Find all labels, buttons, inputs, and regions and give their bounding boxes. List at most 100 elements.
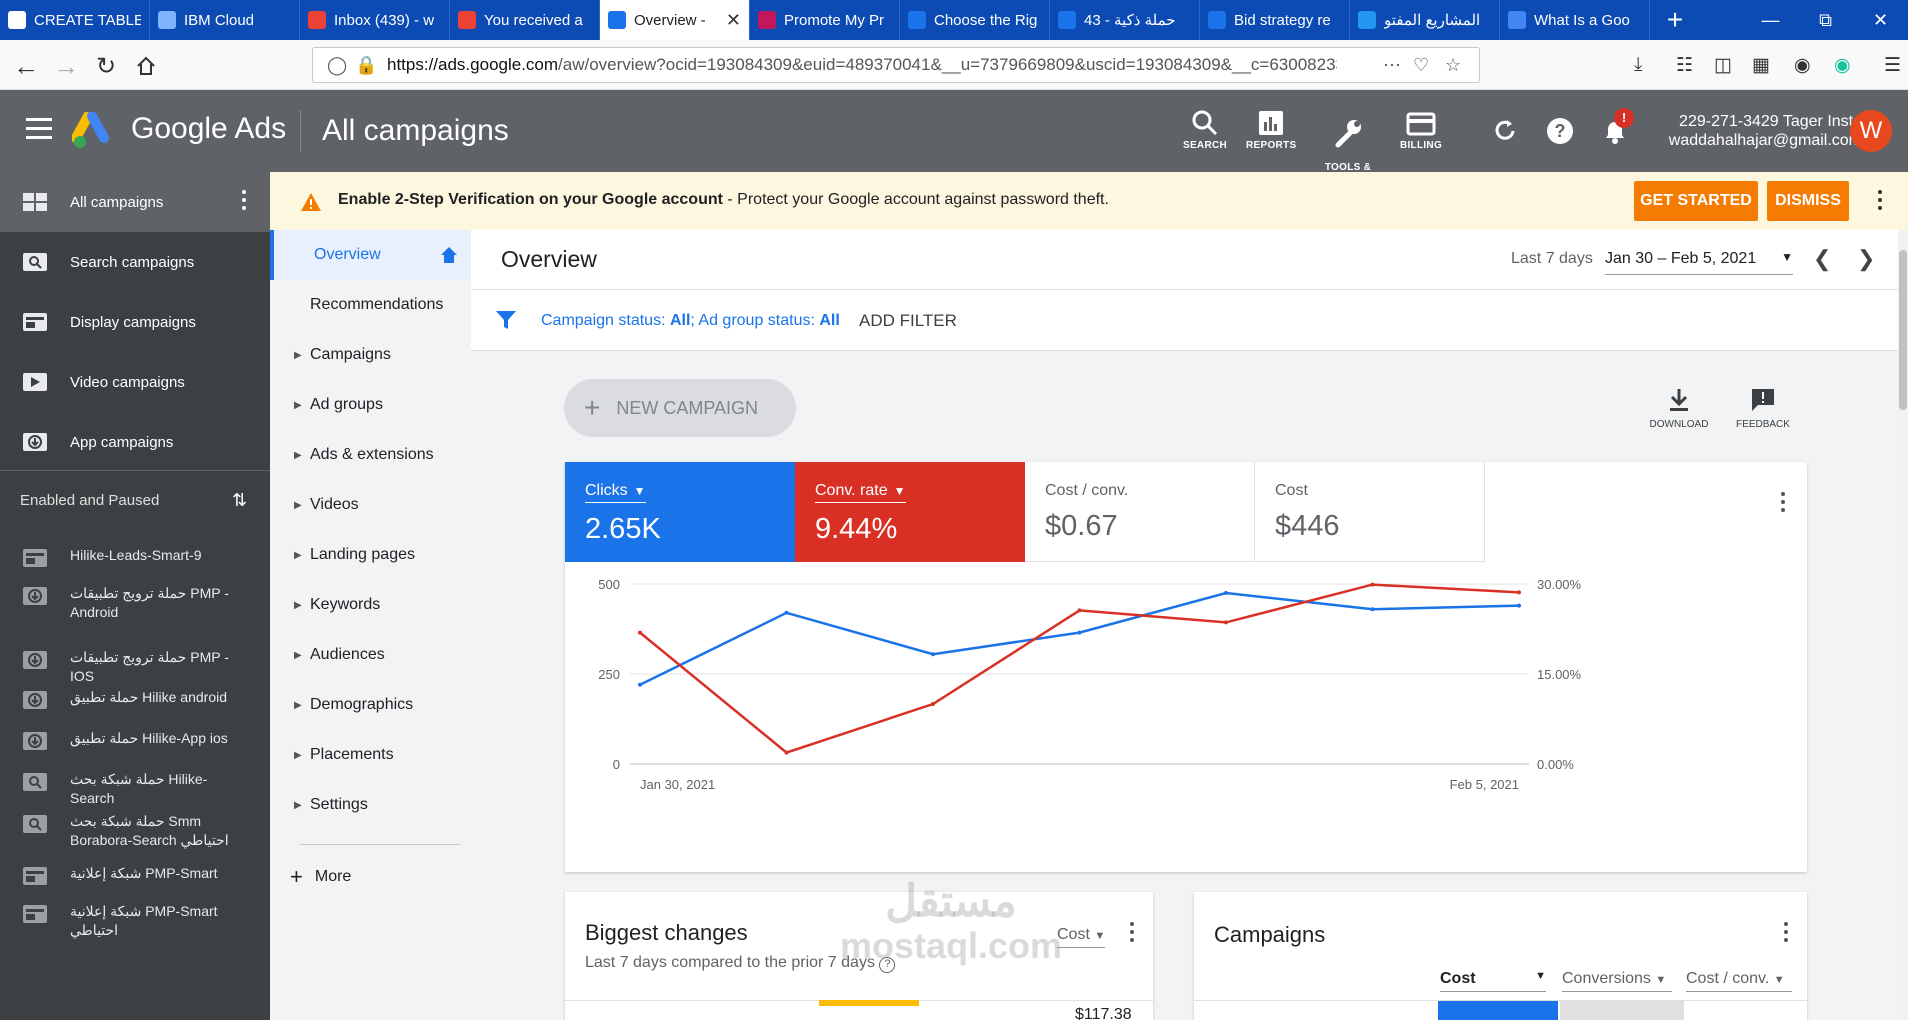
sort-icon[interactable]: ⇅ — [232, 490, 247, 511]
data-point[interactable] — [1370, 607, 1375, 612]
page-menu-overview[interactable]: Overview — [270, 230, 471, 280]
filter-icon[interactable] — [495, 310, 517, 330]
dismiss-button[interactable]: DISMISS — [1767, 181, 1849, 221]
page-menu-recommendations[interactable]: Recommendations — [270, 280, 471, 330]
data-point[interactable] — [1517, 603, 1521, 608]
new-campaign-button[interactable]: + NEW CAMPAIGN — [564, 379, 796, 437]
get-started-button[interactable]: GET STARTED — [1634, 181, 1758, 221]
browser-tab[interactable]: What Is a Goo — [1500, 0, 1650, 40]
sidebar-item-all-campaigns[interactable]: All campaigns — [0, 172, 270, 232]
data-point[interactable] — [1224, 591, 1228, 595]
campaign-list-item[interactable]: حملة ترويج تطبيقات PMP - IOS — [0, 648, 270, 688]
address-bar[interactable]: ◯ 🔒 https://ads.google.com/aw/overview?o… — [312, 47, 1480, 83]
browser-tab[interactable]: Inbox (439) - w — [300, 0, 450, 40]
data-point[interactable] — [638, 630, 642, 635]
restore-icon[interactable]: ⧉ — [1798, 0, 1853, 40]
campaign-list-item[interactable]: شبكة إعلانية PMP-Smart — [0, 864, 270, 904]
page-menu-settings[interactable]: ▶ Settings — [270, 780, 471, 830]
data-point[interactable] — [1077, 630, 1082, 635]
browser-tab[interactable]: Promote My Pr — [750, 0, 900, 40]
reports-tool-button[interactable]: REPORTS — [1246, 104, 1296, 151]
browser-menu-icon[interactable]: ☰ — [1884, 54, 1901, 77]
browser-tab[interactable]: المشاريع المفتو — [1350, 0, 1500, 40]
biggest-changes-more-icon[interactable] — [1130, 922, 1134, 946]
metric-conv-rate[interactable]: Conv. rate ▼ 9.44% — [795, 462, 1025, 562]
back-icon[interactable]: ← — [8, 48, 44, 84]
sidebar-item-video-campaigns[interactable]: Video campaigns — [0, 352, 270, 412]
browser-tab[interactable]: CREATE TABLE — [0, 0, 150, 40]
feedback-button[interactable]: FEEDBACK — [1733, 387, 1793, 430]
metric-cost[interactable]: Cost $446 — [1255, 462, 1485, 562]
sidebar-item-display-campaigns[interactable]: Display campaigns — [0, 292, 270, 352]
browser-tab[interactable]: Overview - ✕ — [600, 0, 750, 40]
data-point[interactable] — [1517, 590, 1521, 595]
page-menu-ad-groups[interactable]: ▶ Ad groups — [270, 380, 471, 430]
downloads-icon[interactable]: ⤓ — [1634, 54, 1642, 76]
page-actions-icon[interactable]: ⋯ — [1383, 55, 1401, 76]
sidebar-item-app-campaigns[interactable]: App campaigns — [0, 412, 270, 472]
new-tab-icon[interactable]: + — [1650, 0, 1700, 40]
search-tool-button[interactable]: SEARCH — [1180, 104, 1230, 151]
browser-tab[interactable]: Bid strategy re — [1200, 0, 1350, 40]
metric-cost-per-conv[interactable]: Cost / conv. $0.67 — [1025, 462, 1255, 562]
data-point[interactable] — [1077, 608, 1082, 613]
page-menu-videos[interactable]: ▶ Videos — [270, 480, 471, 530]
close-window-icon[interactable]: ✕ — [1853, 0, 1908, 40]
data-point[interactable] — [1370, 582, 1375, 587]
browser-tab[interactable]: حملة ذكية - 43 — [1050, 0, 1200, 40]
campaign-list-item[interactable]: Hilike-Leads-Smart-9 — [0, 546, 270, 586]
home-icon[interactable] — [128, 48, 164, 84]
campaigns-col-cost-per-conv[interactable]: Cost / conv. ▼ — [1686, 970, 1792, 992]
campaign-list-item[interactable]: شبكة إعلانية PMP-Smart احتياطي — [0, 902, 270, 942]
date-range-picker[interactable]: Jan 30 – Feb 5, 2021 ▼ — [1605, 250, 1793, 275]
page-menu-campaigns[interactable]: ▶ Campaigns — [270, 330, 471, 380]
data-point[interactable] — [638, 682, 642, 687]
page-menu-placements[interactable]: ▶ Placements — [270, 730, 471, 780]
avatar[interactable]: W — [1850, 110, 1892, 152]
bookmark-star-icon[interactable]: ☆ — [1445, 55, 1461, 76]
metric-conv-rate-label[interactable]: Conv. rate ▼ — [815, 482, 906, 503]
account-info[interactable]: 229-271-3429 Tager Insta waddahalhajar@g… — [1650, 112, 1862, 150]
add-filter-button[interactable]: ADD FILTER — [859, 311, 957, 331]
series-line-clicks[interactable] — [639, 591, 1520, 686]
campaigns-col-cost[interactable]: Cost ▼ — [1440, 970, 1546, 992]
data-point[interactable] — [931, 652, 935, 657]
next-period-icon[interactable]: ❯ — [1857, 246, 1875, 272]
extension-icon[interactable]: ▦ — [1752, 54, 1770, 77]
page-scrollbar[interactable] — [1898, 230, 1908, 1020]
campaign-list-item[interactable]: حملة شبكة بحث Smm Borabora-Search احتياط… — [0, 812, 270, 852]
scrollbar-thumb[interactable] — [1899, 250, 1907, 410]
campaign-list-item[interactable]: حملة تطبيق Hilike android — [0, 688, 270, 728]
data-point[interactable] — [784, 750, 789, 755]
campaigns-card-more-icon[interactable] — [1784, 922, 1788, 946]
campaign-list-item[interactable]: حملة تطبيق Hilike-App ios — [0, 729, 270, 769]
forward-icon[interactable]: → — [48, 48, 84, 84]
sidebar-toggle-icon[interactable]: ◫ — [1714, 54, 1732, 77]
close-tab-icon[interactable]: ✕ — [726, 10, 741, 31]
banner-more-icon[interactable] — [1878, 190, 1882, 214]
shield-icon[interactable]: ◯ — [327, 55, 347, 76]
billing-tool-button[interactable]: BILLING — [1396, 104, 1446, 151]
prev-period-icon[interactable]: ❮ — [1813, 246, 1831, 272]
data-point[interactable] — [784, 610, 789, 615]
sidebar-item-search-campaigns[interactable]: Search campaigns — [0, 232, 270, 292]
metric-clicks[interactable]: Clicks ▼ 2.65K — [565, 462, 795, 562]
home-icon[interactable] — [439, 245, 459, 265]
more-vert-icon[interactable] — [242, 190, 246, 214]
help-icon[interactable]: ? — [1545, 116, 1575, 146]
download-button[interactable]: DOWNLOAD — [1649, 387, 1709, 430]
data-point[interactable] — [931, 702, 935, 706]
browser-tab[interactable]: Choose the Rig — [900, 0, 1050, 40]
campaigns-col-conversions[interactable]: Conversions ▼ — [1562, 970, 1672, 992]
biggest-changes-metric-select[interactable]: Cost ▼ — [1057, 926, 1106, 948]
library-icon[interactable]: ☷ — [1676, 54, 1693, 77]
campaign-list-item[interactable]: حملة شبكة بحث Hilike-Search — [0, 770, 270, 810]
page-menu-ads-extensions[interactable]: ▶ Ads & extensions — [270, 430, 471, 480]
reload-icon[interactable]: ↻ — [88, 48, 124, 84]
refresh-icon[interactable] — [1490, 116, 1520, 146]
menu-icon[interactable] — [26, 118, 52, 145]
page-menu-demographics[interactable]: ▶ Demographics — [270, 680, 471, 730]
metric-clicks-label[interactable]: Clicks ▼ — [585, 482, 646, 503]
minimize-icon[interactable]: — — [1743, 0, 1798, 40]
browser-tab[interactable]: You received a — [450, 0, 600, 40]
